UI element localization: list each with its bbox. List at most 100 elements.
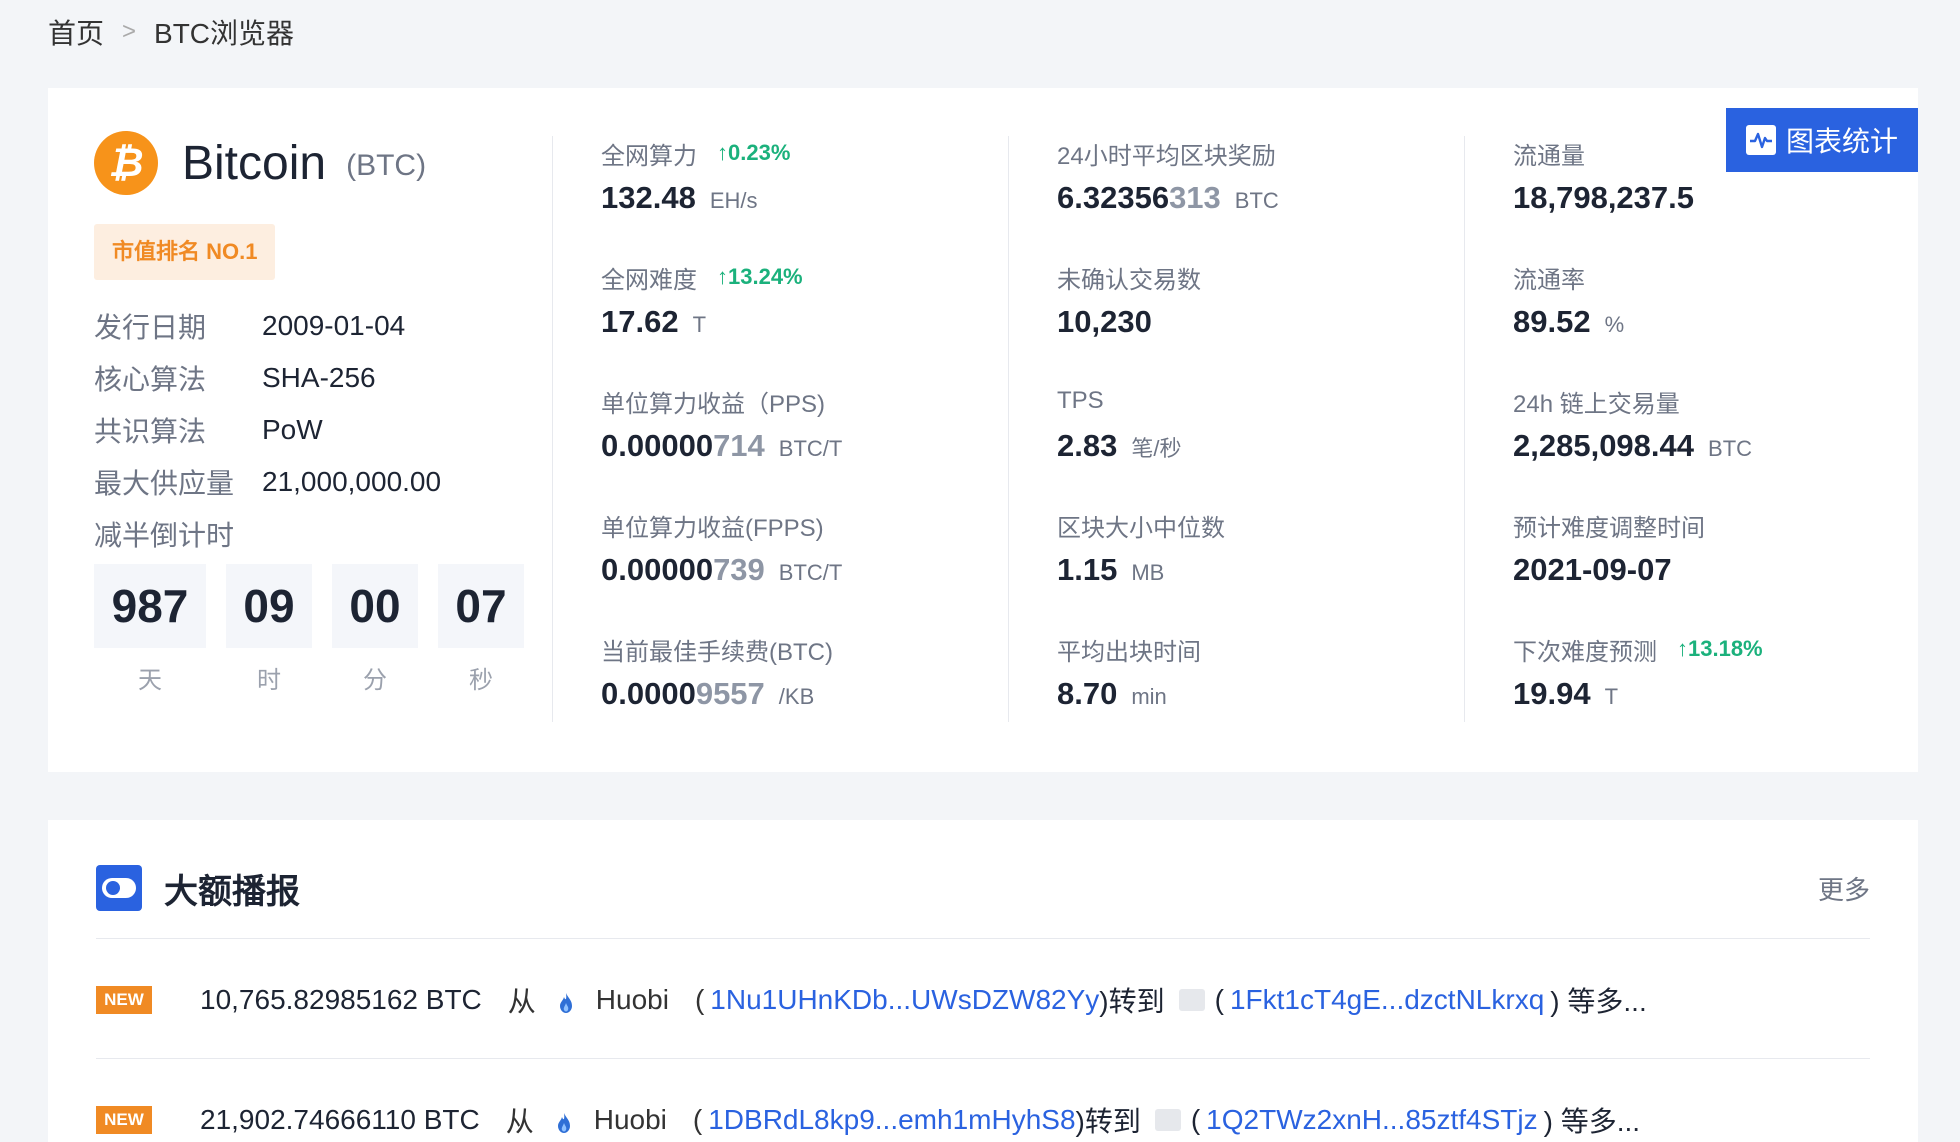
stat-value-row: 1.15 MB: [1057, 552, 1457, 588]
stat-value: 19.94: [1513, 676, 1591, 712]
stat-value-row: 0.00000714 BTC/T: [601, 428, 1001, 464]
tx-tail: ) 等多...: [1550, 986, 1647, 1017]
info-row-issue-date: 发行日期 2009-01-04: [94, 300, 534, 352]
stat-label-row: 预计难度调整时间: [1513, 508, 1913, 542]
stat-value-row: 2.83 笔/秒: [1057, 428, 1457, 464]
halving-countdown: 987 天 09 时 00 分 07 秒: [94, 564, 534, 695]
breadcrumb-current: BTC浏览器: [154, 18, 295, 49]
coin-info-panel: ₿ Bitcoin (BTC) 市值排名 NO.1 发行日期 2009-01-0…: [94, 130, 534, 695]
stat-label-row: 单位算力收益（PPS): [601, 384, 1001, 418]
new-badge: NEW: [96, 1106, 152, 1134]
stat-value-main: 2,285,098.44: [1513, 428, 1695, 463]
tx-row[interactable]: NEW 10,765.82985162 BTC 从 Huobi (1Nu1UHnKDb.…: [96, 970, 1870, 1030]
stat-label-row: 未确认交易数: [1057, 260, 1457, 294]
stat-label-row: 流通量: [1513, 136, 1913, 170]
rank-badge: 市值排名 NO.1: [94, 224, 276, 280]
tx-to-word: )转到: [1075, 1106, 1141, 1137]
stat-unit: %: [1604, 312, 1625, 337]
overview-card: 图表统计 ₿ Bitcoin (BTC) 市值排名 NO.1 发行日期 2009…: [48, 88, 1918, 772]
info-key: 核心算法: [94, 364, 207, 395]
stat-label-row: 平均出块时间: [1057, 632, 1457, 666]
countdown-hours: 09 时: [226, 564, 312, 695]
info-key: 最大供应量: [94, 468, 235, 499]
stat-label-row: 全网难度 ↑13.24%: [601, 260, 1001, 294]
stat-value-main: 18,798,237.5: [1513, 180, 1695, 215]
stat-value-row: 6.32356313 BTC: [1057, 180, 1457, 216]
stat-item: 24h 链上交易量 2,285,098.44 BTC: [1513, 384, 1913, 508]
stat-value-row: 19.94 T: [1513, 676, 1913, 712]
stat-value-dim: 714: [713, 428, 765, 463]
info-key: 共识算法: [94, 416, 207, 447]
stat-value-main: 17.62: [601, 304, 679, 339]
tx-row[interactable]: NEW 21,902.74666110 BTC 从 Huobi (1DBRdL8kp9.…: [96, 1090, 1870, 1142]
coin-info-list: 发行日期 2009-01-04 核心算法 SHA-256 共识算法 PoW 最大…: [94, 300, 534, 560]
column-divider: [1008, 136, 1009, 722]
stat-value: 8.70: [1057, 676, 1117, 712]
stat-unit: BTC: [1708, 436, 1753, 461]
countdown-value: 00: [332, 564, 418, 648]
tx-amount: 10,765.82985162 BTC: [200, 984, 482, 1015]
stat-value-row: 18,798,237.5: [1513, 180, 1913, 216]
tx-open-paren: (: [692, 1104, 703, 1135]
stats-column-network: 24小时平均区块奖励 6.32356313 BTC 未确认交易数 10,230 TPS 2.…: [1057, 136, 1457, 756]
breadcrumb-home-link[interactable]: 首页: [48, 12, 104, 52]
stat-item: 流通率 89.52%: [1513, 260, 1913, 384]
stat-item: 预计难度调整时间 2021-09-07: [1513, 508, 1913, 632]
stat-unit: BTC: [1234, 188, 1279, 213]
whale-alert-header: 大额播报 更多: [96, 858, 1870, 918]
stat-value-main: 10,230: [1057, 304, 1152, 339]
stat-value-main: 6.32356: [1057, 180, 1170, 215]
stat-item: 平均出块时间 8.70 min: [1057, 632, 1457, 756]
stat-label: 单位算力收益(FPPS): [601, 514, 824, 542]
countdown-unit: 天: [138, 667, 162, 694]
stat-unit: /KB: [778, 684, 815, 709]
tx-from-address-link[interactable]: 1DBRdL8kp9...emh1mHyhS8: [708, 1104, 1075, 1136]
column-divider: [1464, 136, 1465, 722]
stat-unit: BTC/T: [778, 436, 843, 461]
stat-item: 全网算力 ↑0.23% 132.48 EH/s: [601, 136, 1001, 260]
stat-value: 132.48: [601, 180, 696, 216]
stat-label-row: 流通率: [1513, 260, 1913, 294]
info-row-max-supply: 最大供应量 21,000,000.00: [94, 456, 534, 508]
stat-label: 单位算力收益（PPS): [601, 390, 826, 418]
stat-label: TPS: [1057, 387, 1104, 414]
stat-value-main: 2.83: [1057, 428, 1118, 463]
stat-label: 流通量: [1513, 142, 1585, 170]
info-value: PoW: [262, 414, 323, 445]
tx-to-address-link[interactable]: 1Q2TWz2xnH...85ztf4STjz: [1206, 1104, 1537, 1136]
info-key: 发行日期: [94, 312, 207, 343]
stat-value: 2,285,098.44: [1513, 428, 1694, 464]
stat-value-dim: 9557: [695, 676, 765, 711]
more-link[interactable]: 更多: [1818, 870, 1870, 907]
breadcrumb-separator: >: [122, 18, 137, 45]
stat-value: 18,798,237.5: [1513, 180, 1694, 216]
stats-column-supply: 流通量 18,798,237.5 流通率 89.52% 24h 链上交易量 2,285,0…: [1513, 136, 1913, 756]
info-row-halving: 减半倒计时: [94, 508, 534, 560]
info-row-core-algorithm: 核心算法 SHA-256: [94, 352, 534, 404]
tx-open-paren: (: [1190, 1104, 1201, 1135]
stat-item: 单位算力收益(FPPS) 0.00000739 BTC/T: [601, 508, 1001, 632]
broadcast-icon: [96, 865, 142, 911]
stat-item: 当前最佳手续费(BTC) 0.00009557/KB: [601, 632, 1001, 756]
stat-value-main: 0.00000: [601, 428, 714, 463]
countdown-value: 07: [438, 564, 524, 648]
stat-item: 未确认交易数 10,230: [1057, 260, 1457, 384]
stat-value: 1.15: [1057, 552, 1117, 588]
stat-label-row: 24h 链上交易量: [1513, 384, 1913, 418]
coin-name: Bitcoin: [182, 136, 327, 190]
tx-from-address-link[interactable]: 1Nu1UHnKDb...UWsDZW82Yy: [710, 984, 1099, 1016]
tx-to-address-link[interactable]: 1Fkt1cT4gE...dzctNLkrxq: [1230, 984, 1544, 1016]
stat-value: 10,230: [1057, 304, 1152, 340]
stat-value-row: 2021-09-07: [1513, 552, 1913, 588]
stat-label: 预计难度调整时间: [1513, 514, 1705, 542]
stat-value-main: 1.15: [1057, 552, 1118, 587]
divider: [96, 1058, 1870, 1059]
whale-alert-title: 大额播报: [164, 872, 300, 911]
stat-value-dim: 313: [1169, 180, 1221, 215]
stat-value-row: 2,285,098.44 BTC: [1513, 428, 1913, 464]
tx-amount: 21,902.74666110 BTC: [200, 1104, 480, 1135]
stat-value-main: 89.52: [1513, 304, 1591, 339]
stat-value-main: 19.94: [1513, 676, 1591, 711]
info-value: 2009-01-04: [262, 310, 406, 341]
stat-value-main: 2021-09-07: [1513, 552, 1672, 587]
